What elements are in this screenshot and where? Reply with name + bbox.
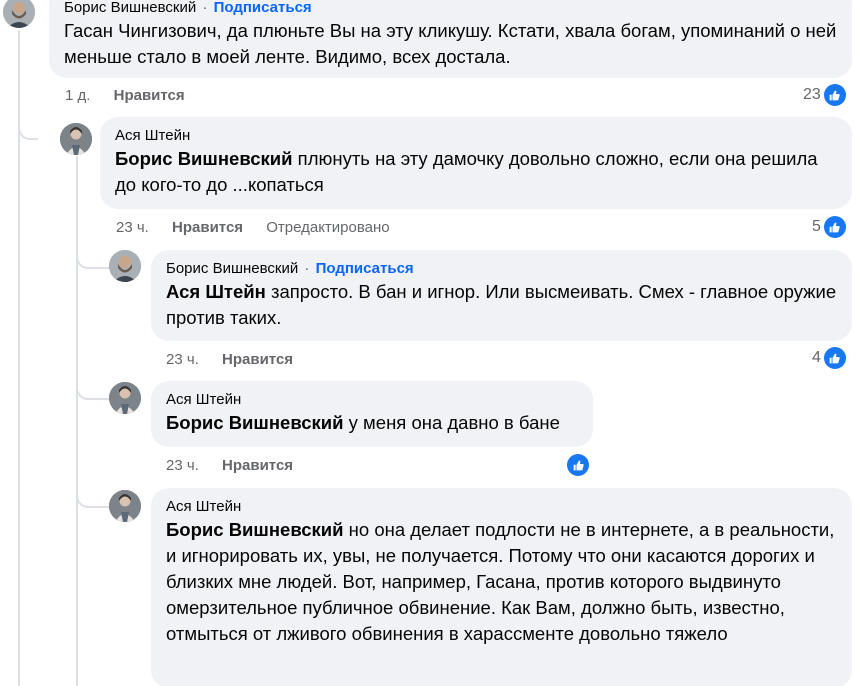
reaction-count: 4 [812,349,821,366]
comment-body: у меня она давно в бане [343,412,560,433]
comment-time[interactable]: 23 ч. [116,219,149,236]
avatar[interactable] [109,250,141,282]
separator-dot: · [304,260,310,277]
comment-meta: 23 ч. Нравится [166,456,312,476]
mention-link[interactable]: Ася Штейн [166,281,266,302]
comment-author[interactable]: Ася Штейн [166,498,241,515]
comment-bubble: Ася Штейн Борис Вишневский но она делает… [151,488,852,686]
avatar[interactable] [109,382,141,414]
comment-author[interactable]: Борис Вишневский [166,260,298,277]
like-button[interactable]: Нравится [114,87,185,104]
avatar[interactable] [60,123,92,155]
thread-connector [76,232,110,269]
subscribe-link[interactable]: Подписаться [316,260,414,277]
avatar-bearded-man [3,0,35,28]
mention-link[interactable]: Борис Вишневский [166,412,344,433]
avatar[interactable] [3,0,35,28]
avatar-person [60,123,92,155]
like-button[interactable]: Нравится [172,219,243,236]
comment-bubble: Ася Штейн Борис Вишневский плюнуть на эт… [100,117,852,209]
thread-connector [76,476,110,508]
comment-time[interactable]: 1 д. [65,87,90,104]
avatar-bearded-man [109,250,141,282]
subscribe-link[interactable]: Подписаться [214,0,312,16]
comment-text: Гасан Чингизович, да плюньте Вы на эту к… [64,20,837,67]
comment-author[interactable]: Ася Штейн [166,391,241,408]
reaction-summary[interactable]: 23 [803,84,846,106]
thread-connector [76,368,110,400]
avatar-person [109,490,141,522]
comment-bubble: Ася Штейн Борис Вишневский у меня она да… [151,381,593,447]
comment-body: запросто. В бан и игнор. Или высмеивать.… [166,281,837,328]
comment-meta: 1 д. Нравится [65,86,204,106]
comment-text: Ася Штейн запросто. В бан и игнор. Или в… [166,279,840,331]
thumbs-up-icon [823,216,846,238]
reaction-summary[interactable] [567,454,589,476]
comment-time[interactable]: 23 ч. [166,351,199,368]
mention-link[interactable]: Борис Вишневский [115,148,293,169]
comment-thread: Борис Вишневский · Подписаться Гасан Чин… [0,0,862,686]
like-button[interactable]: Нравится [222,457,293,474]
reaction-count: 23 [803,86,821,103]
comment-meta: 23 ч. Нравится Отредактировано [116,218,409,238]
like-button[interactable]: Нравится [222,351,293,368]
comment-author[interactable]: Борис Вишневский [64,0,196,16]
comment-bubble: Борис Вишневский · Подписаться Гасан Чин… [49,0,852,78]
thumbs-up-icon [823,84,846,106]
avatar[interactable] [109,490,141,522]
thumbs-up-icon [823,347,846,369]
comment-meta: 23 ч. Нравится [166,350,312,370]
reaction-summary[interactable]: 5 [812,216,846,238]
thumbs-up-icon [567,454,589,476]
comment-bubble: Борис Вишневский · Подписаться Ася Штейн… [151,250,852,341]
reaction-count: 5 [812,218,821,235]
avatar-person [109,382,141,414]
thread-connector [18,100,38,140]
separator-dot: · [202,0,208,16]
mention-link[interactable]: Борис Вишневский [166,519,344,540]
reaction-summary[interactable]: 4 [812,347,846,369]
comment-text: Борис Вишневский у меня она давно в бане [166,410,581,436]
comment-text: Борис Вишневский но она делает подлости … [166,517,840,647]
comment-author[interactable]: Ася Штейн [115,127,190,144]
comment-time[interactable]: 23 ч. [166,457,199,474]
edited-label[interactable]: Отредактировано [266,219,389,236]
comment-text: Борис Вишневский плюнуть на эту дамочку … [115,146,840,198]
